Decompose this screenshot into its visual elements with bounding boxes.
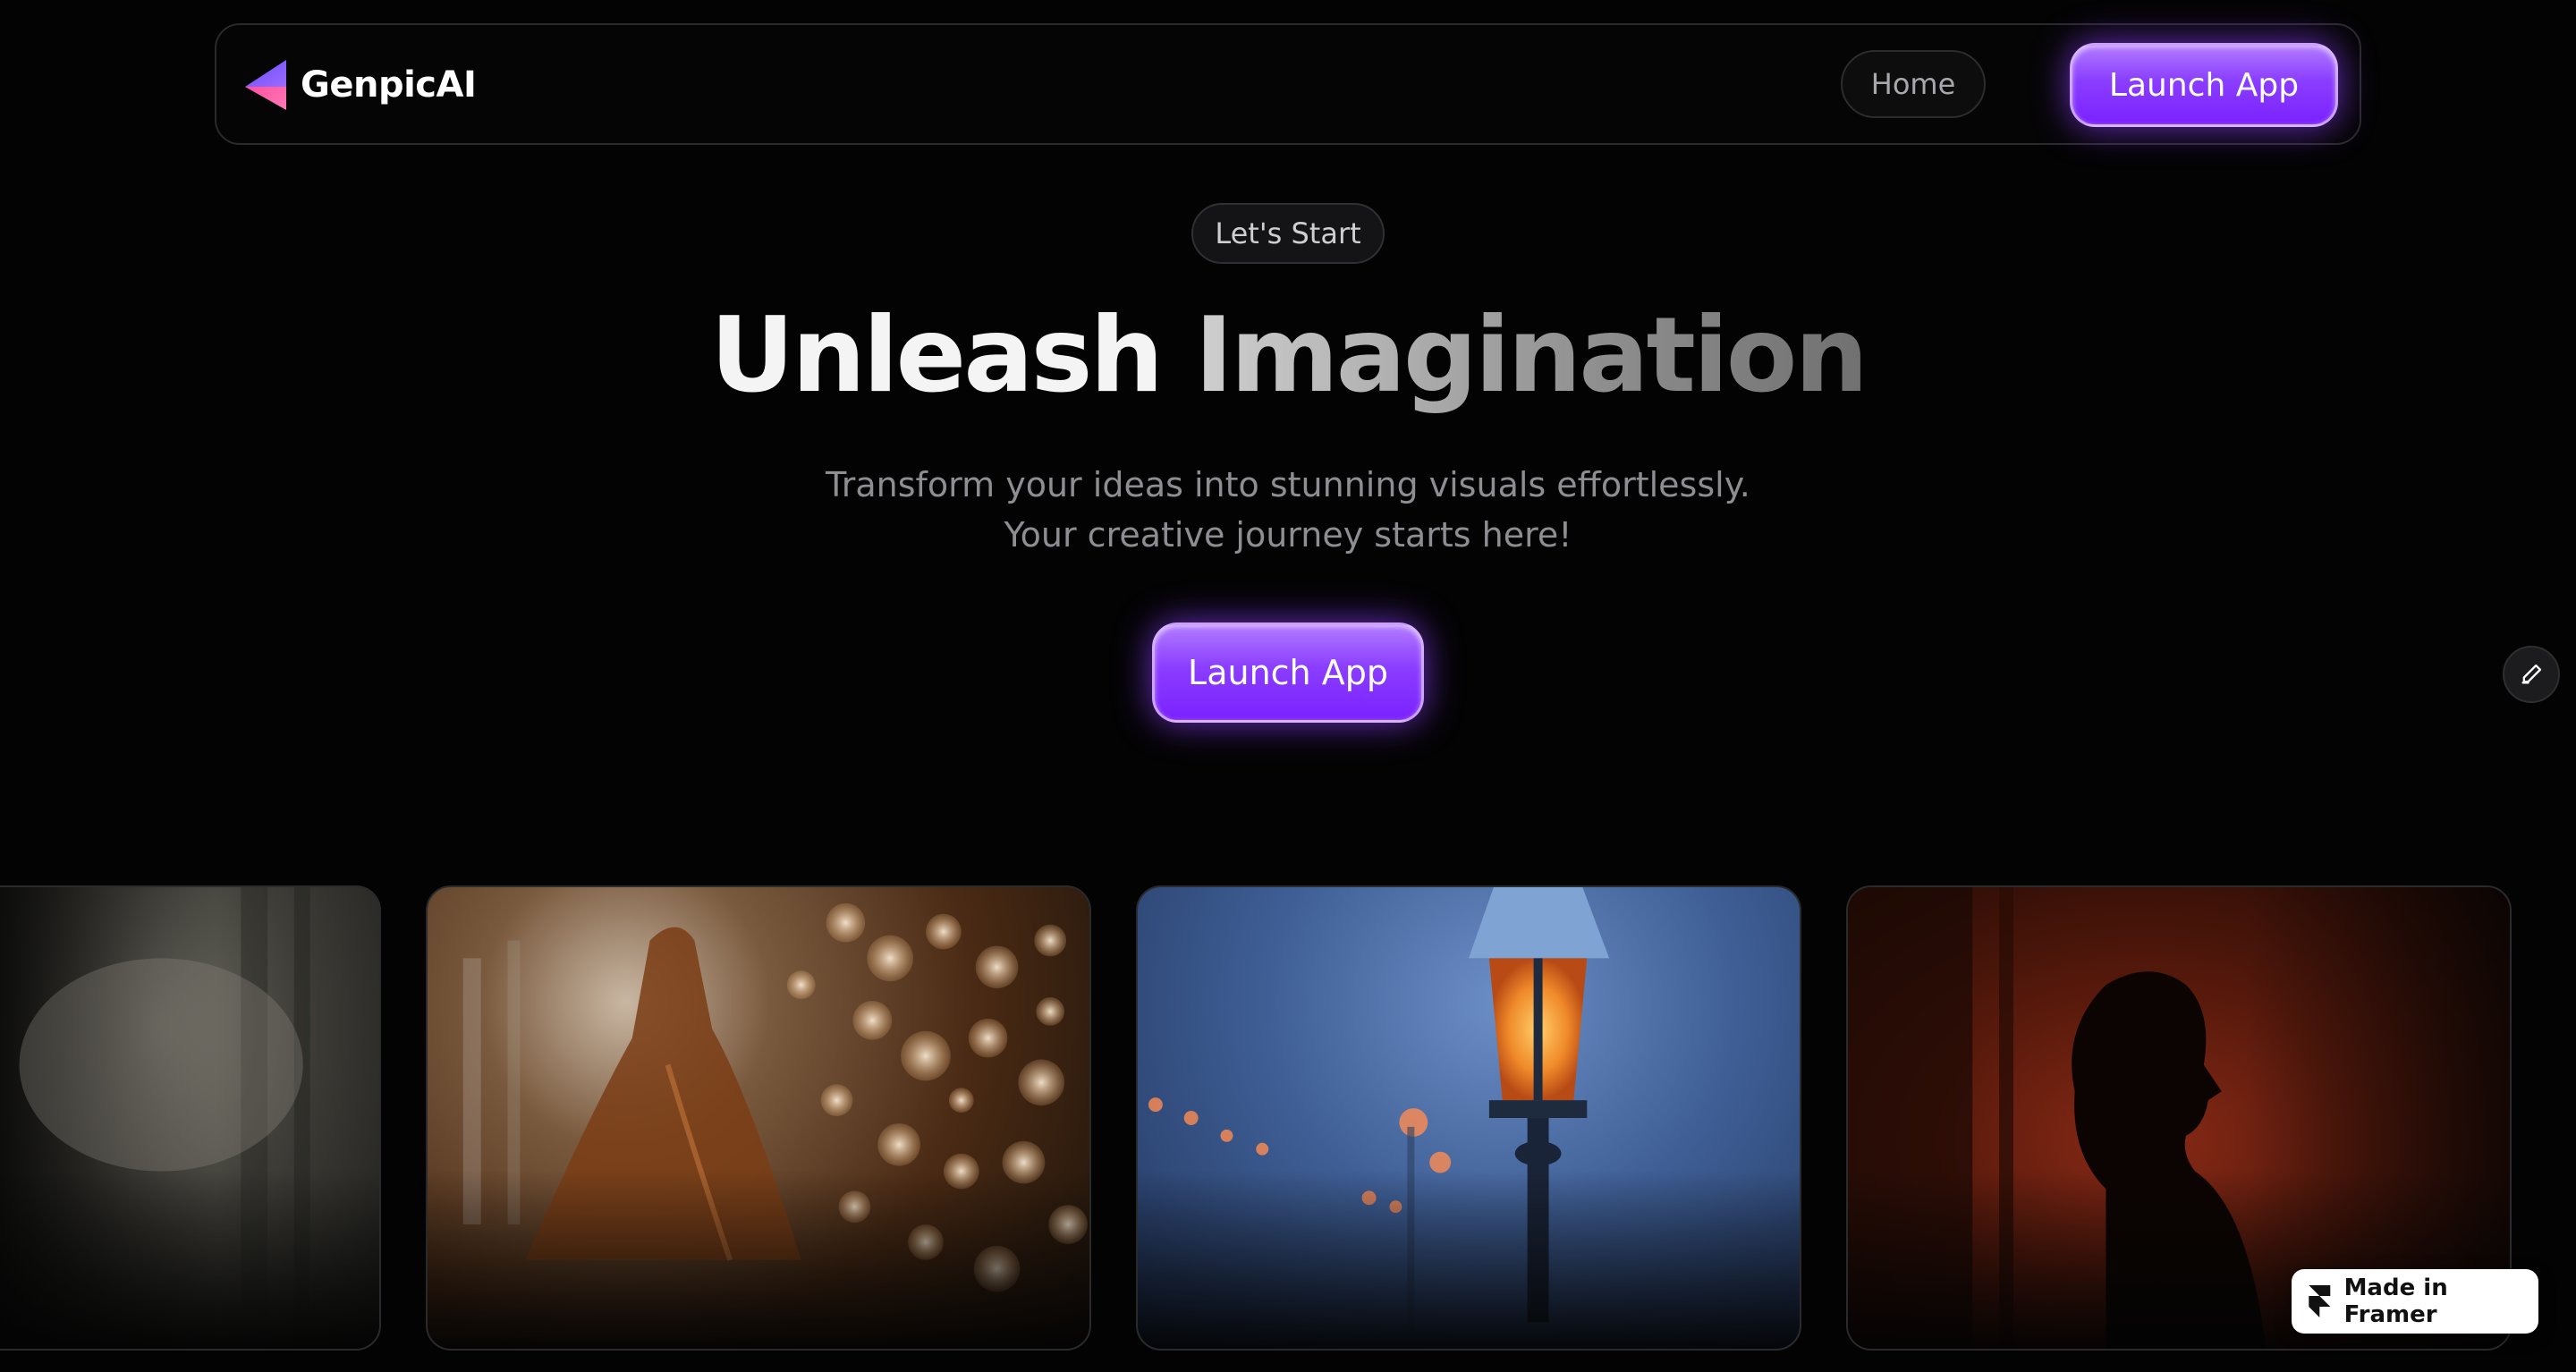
gallery-image-forest[interactable] <box>0 885 381 1351</box>
framer-icon <box>2309 1285 2331 1317</box>
gallery-image-gown[interactable] <box>426 885 1091 1351</box>
genpic-logo-icon <box>245 60 286 110</box>
edit-button[interactable] <box>2503 646 2560 703</box>
hero-tag-pill: Let's Start <box>1191 203 1385 264</box>
pencil-icon <box>2521 664 2542 684</box>
brand-logo[interactable]: GenpicAI <box>243 57 477 113</box>
hero-title-word1: Unleash <box>710 295 1164 416</box>
street-lamp-illustration <box>1148 887 1610 1332</box>
forest-path-illustration <box>19 887 310 1349</box>
hero-launch-app-button[interactable]: Launch App <box>1152 622 1424 723</box>
brand-name: GenpicAI <box>301 64 477 106</box>
gown-bokeh-illustration <box>462 902 1089 1292</box>
hero-subtitle-line2: Your creative journey starts here! <box>1004 515 1572 555</box>
nav-home-link[interactable]: Home <box>1841 50 1986 118</box>
hero-title: Unleash Imagination <box>0 295 2576 416</box>
made-in-framer-badge[interactable]: Made in Framer <box>2292 1269 2538 1334</box>
hero-title-word2: Imagination <box>1194 295 1868 416</box>
hero-subtitle-line1: Transform your ideas into stunning visua… <box>826 465 1750 504</box>
made-in-framer-label: Made in Framer <box>2343 1275 2448 1328</box>
gallery-image-lamp[interactable] <box>1136 885 1801 1351</box>
top-navbar: GenpicAI Home Launch App <box>215 23 2361 145</box>
nav-launch-app-button[interactable]: Launch App <box>2070 43 2338 127</box>
